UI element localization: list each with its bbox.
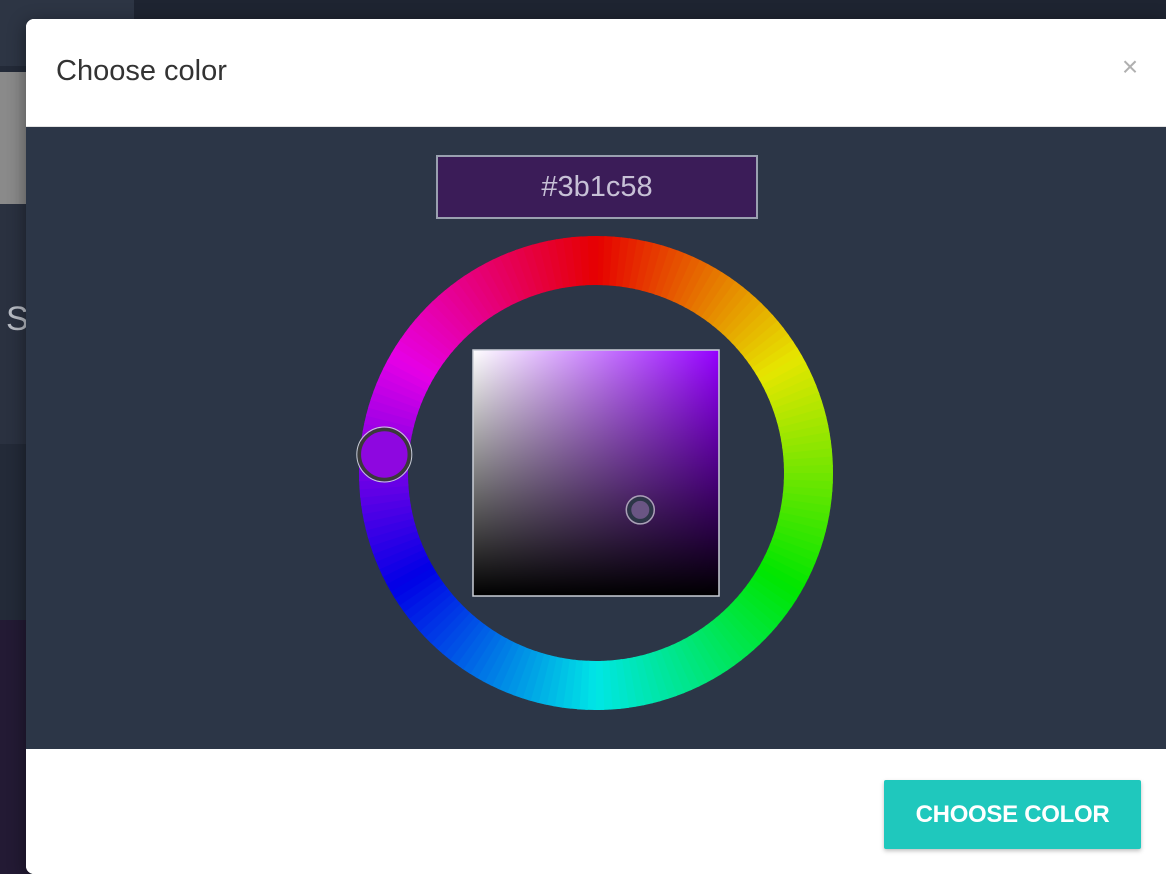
saturation-value-square[interactable] [472,349,720,597]
modal-body [26,127,1166,749]
modal-header: Choose color × [26,19,1166,127]
modal-footer: CHOOSE COLOR [26,749,1166,874]
modal-title: Choose color [56,55,227,87]
hex-color-input[interactable] [436,155,758,219]
hue-handle[interactable] [357,427,412,482]
color-picker-modal: Choose color × #3b1c58 CHOOSE COLOR [26,19,1166,874]
hue-ring-segment[interactable] [587,236,599,286]
color-wheel[interactable] [354,231,838,715]
choose-color-button[interactable]: CHOOSE COLOR [884,780,1141,849]
saturation-value-handle[interactable] [627,496,654,523]
close-icon[interactable]: × [1116,53,1144,81]
